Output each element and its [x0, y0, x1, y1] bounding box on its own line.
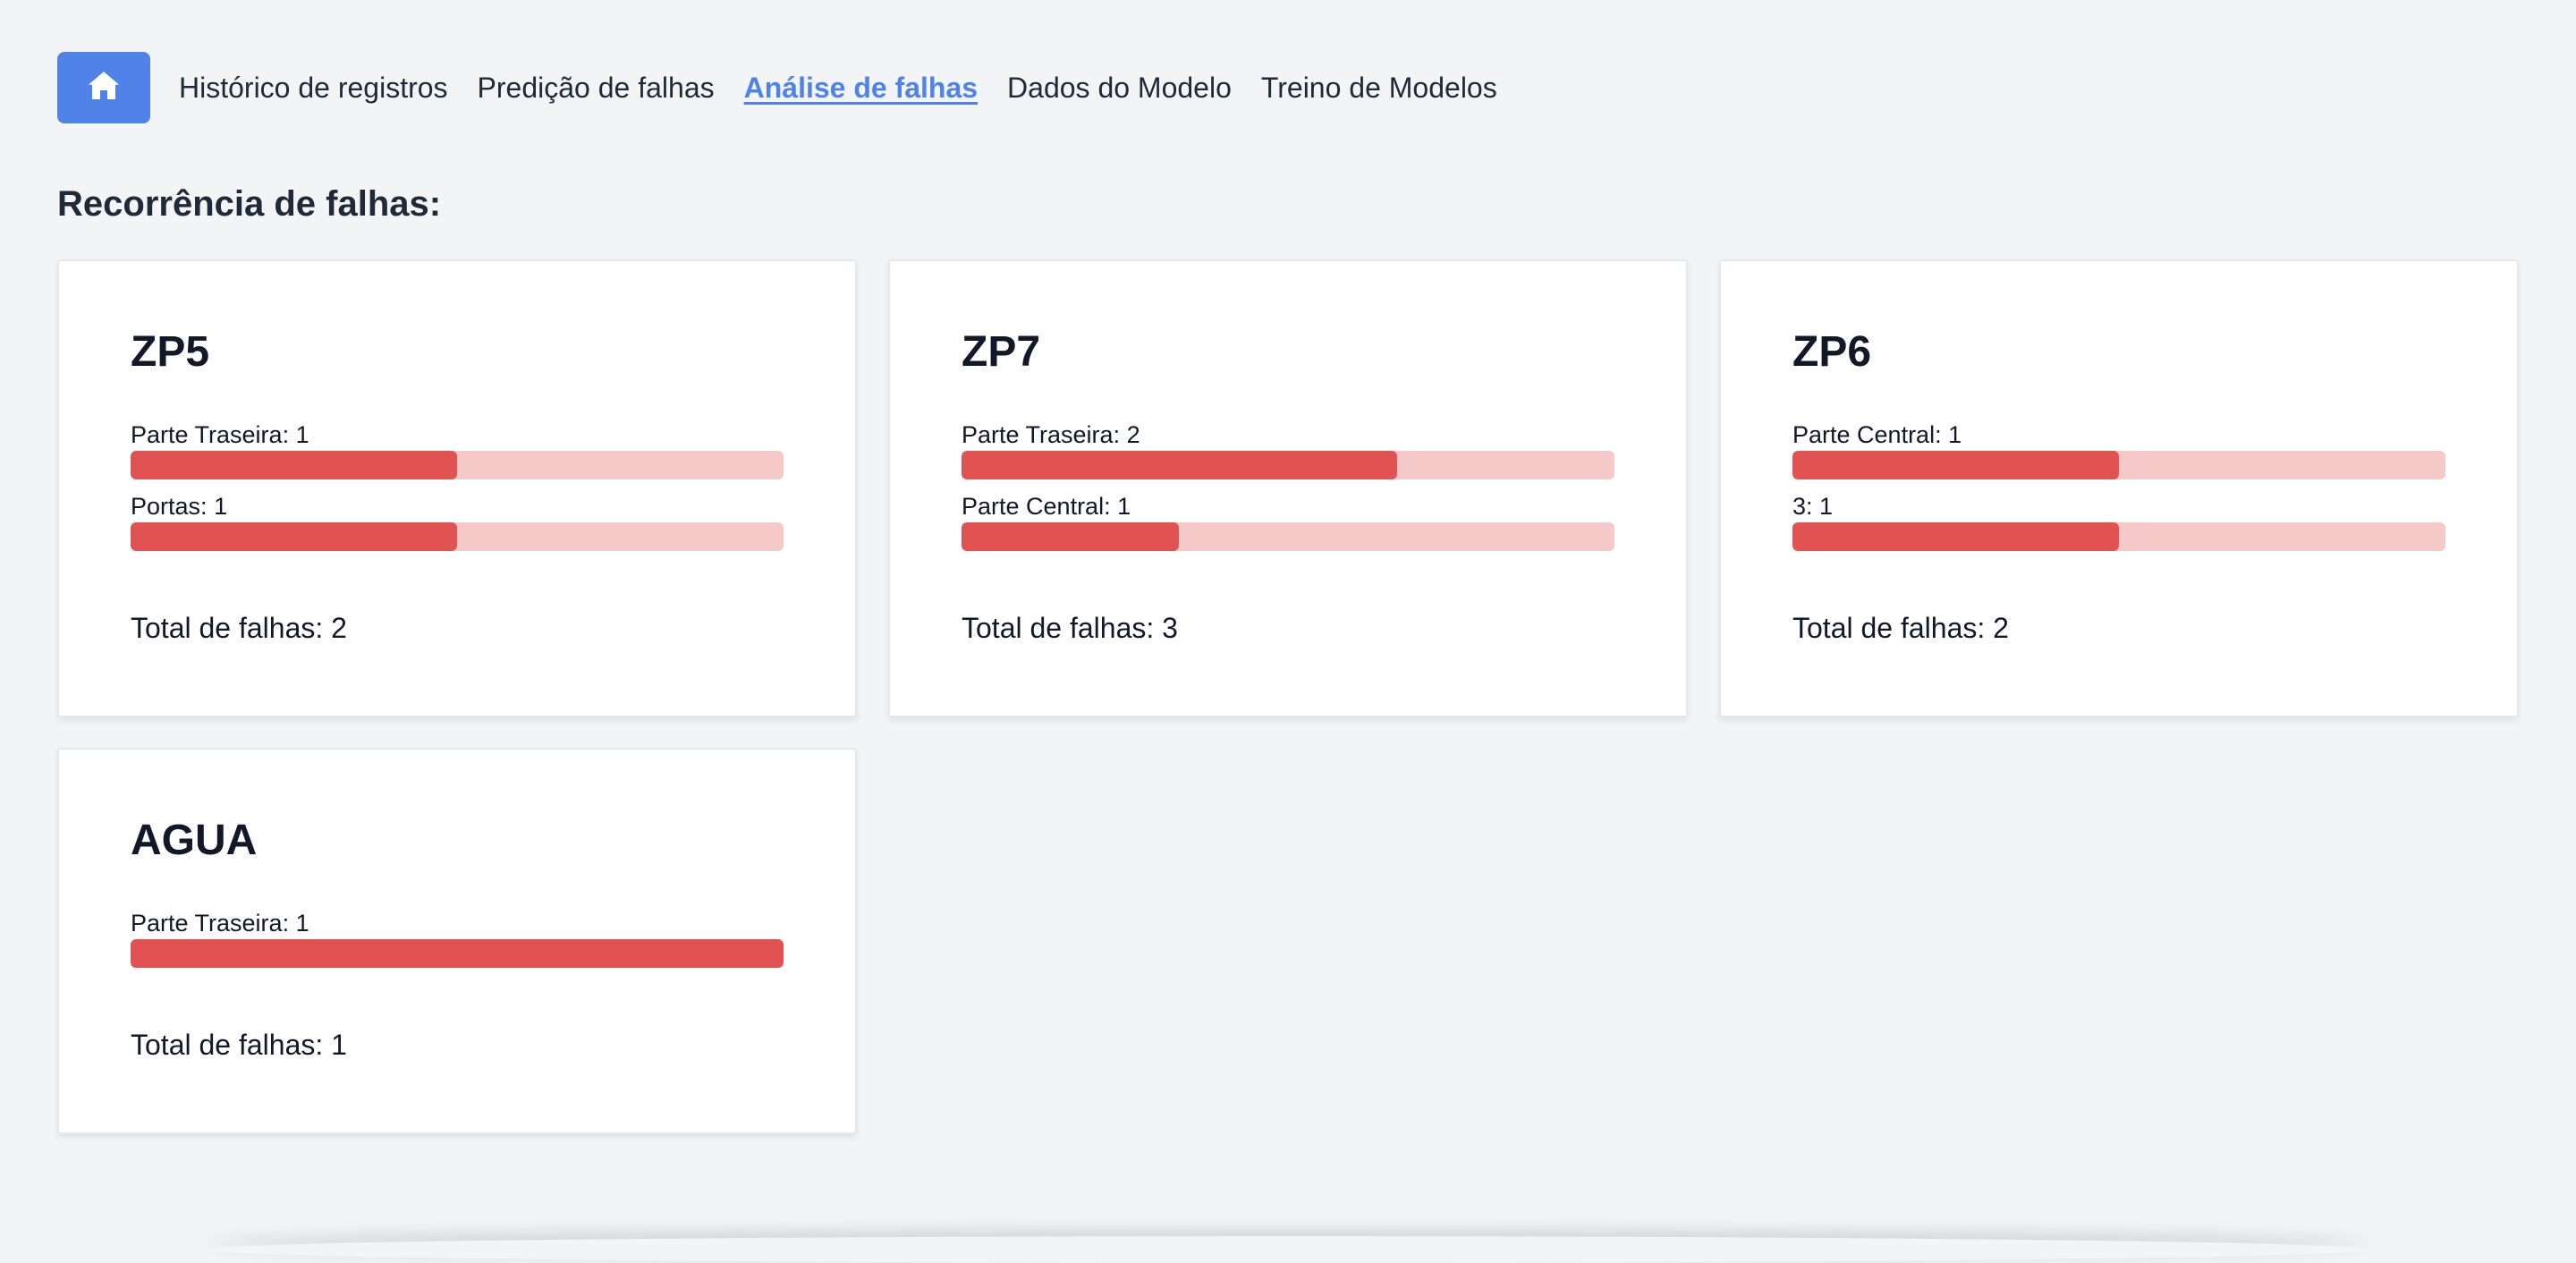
nav-link-predicao[interactable]: Predição de falhas — [478, 72, 715, 105]
progress-bar-fill — [131, 451, 457, 479]
fault-item: Parte Traseira: 1 — [131, 420, 784, 479]
fault-item: Parte Central: 1 — [962, 492, 1614, 551]
fault-name: Parte Traseira — [962, 421, 1114, 448]
failure-card-zp6: ZP6 Parte Central: 1 3: 1 Total de falha… — [1719, 259, 2519, 717]
progress-bar-track — [1792, 451, 2445, 479]
fault-count: 2 — [1126, 421, 1140, 448]
nav-link-treino-modelos[interactable]: Treino de Modelos — [1261, 72, 1497, 105]
progress-bar-fill — [962, 522, 1180, 551]
fault-item: Portas: 1 — [131, 492, 784, 551]
total-failures: Total de falhas: 2 — [1792, 612, 2009, 644]
progress-bar-fill — [131, 522, 457, 551]
fault-label: Parte Central: 1 — [1792, 421, 1962, 448]
nav-link-dados-modelo[interactable]: Dados do Modelo — [1007, 72, 1232, 105]
fault-count: 1 — [214, 493, 228, 520]
fault-count: 1 — [295, 421, 309, 448]
progress-bar-fill — [1792, 451, 2119, 479]
progress-bar-track — [962, 522, 1614, 551]
fault-item: Parte Central: 1 — [1792, 420, 2445, 479]
fault-count: 1 — [295, 910, 309, 937]
progress-bar-track — [1792, 522, 2445, 551]
card-title: ZP7 — [962, 328, 1041, 376]
fault-name: Parte Traseira — [131, 910, 283, 937]
fault-item: 3: 1 — [1792, 492, 2445, 551]
failure-card-zp5: ZP5 Parte Traseira: 1 Portas: 1 Total de… — [57, 259, 857, 717]
fault-count: 1 — [1819, 493, 1834, 520]
nav-link-analise[interactable]: Análise de falhas — [744, 72, 978, 105]
fault-label: Parte Traseira: 1 — [131, 910, 309, 937]
progress-bar-track — [131, 939, 784, 968]
progress-bar-track — [962, 451, 1614, 479]
total-failures: Total de falhas: 2 — [131, 612, 347, 644]
fault-name: Parte Central — [1792, 421, 1936, 448]
fault-label: Portas: 1 — [131, 493, 228, 520]
card-title: ZP5 — [131, 328, 210, 376]
total-failures: Total de falhas: 3 — [962, 612, 1178, 644]
nav-link-historico[interactable]: Histórico de registros — [179, 72, 448, 105]
card-title: AGUA — [131, 817, 258, 864]
total-failures: Total de falhas: 1 — [131, 1029, 347, 1061]
fault-label: 3: 1 — [1792, 493, 1834, 520]
failure-card-zp7: ZP7 Parte Traseira: 2 Parte Central: 1 T… — [888, 259, 1688, 717]
fault-count: 1 — [1117, 493, 1131, 520]
fault-name: Parte Central — [962, 493, 1105, 520]
progress-bar-fill — [131, 939, 784, 968]
fault-label: Parte Traseira: 1 — [131, 421, 309, 448]
fault-name: Portas — [131, 493, 201, 520]
progress-bar-track — [131, 522, 784, 551]
bottom-panel-shadow — [206, 1236, 2370, 1263]
home-button[interactable] — [57, 52, 150, 123]
progress-bar-fill — [962, 451, 1397, 479]
progress-bar-track — [131, 451, 784, 479]
page-title: Recorrência de falhas: — [57, 184, 442, 224]
card-title: ZP6 — [1792, 328, 1872, 376]
progress-bar-fill — [1792, 522, 2119, 551]
fault-name: 3 — [1792, 493, 1807, 520]
fault-item: Parte Traseira: 1 — [131, 909, 784, 968]
home-icon — [86, 68, 122, 108]
fault-name: Parte Traseira — [131, 421, 283, 448]
failure-card-agua: AGUA Parte Traseira: 1 Total de falhas: … — [57, 748, 857, 1134]
cards-grid: ZP5 Parte Traseira: 1 Portas: 1 Total de… — [57, 259, 2519, 1134]
fault-label: Parte Traseira: 2 — [962, 421, 1140, 448]
top-nav: Histórico de registros Predição de falha… — [57, 52, 1527, 123]
fault-count: 1 — [1948, 421, 1962, 448]
fault-item: Parte Traseira: 2 — [962, 420, 1614, 479]
fault-label: Parte Central: 1 — [962, 493, 1131, 520]
